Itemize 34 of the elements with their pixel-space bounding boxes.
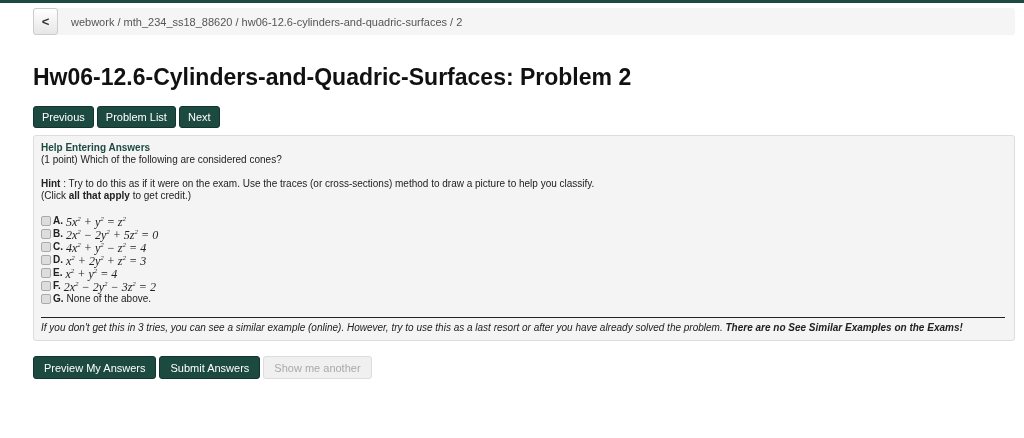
- page-title: Hw06-12.6-Cylinders-and-Quadric-Surfaces: Problem 2: [33, 64, 633, 91]
- option-letter: E.: [53, 266, 63, 279]
- checkbox[interactable]: [41, 267, 51, 278]
- note-text: If you don't get this in 3 tries, you can see a similar example (online). However, try to use this as a last resort or after you have already solved the problem. There are no See Similar Examples on the Exams!: [41, 322, 964, 334]
- option-letter: D.: [53, 253, 63, 266]
- option-letter: F.: [53, 279, 61, 292]
- back-button[interactable]: <: [33, 8, 58, 35]
- question-text: (1 point) Which of the following are considered cones?: [41, 154, 283, 166]
- option-letter: A.: [53, 214, 63, 227]
- instruction-text: (Click all that apply to get credit.): [41, 190, 193, 202]
- checkbox[interactable]: [41, 228, 51, 239]
- breadcrumb-path: webwork / mth_234_ss18_88620 / hw06-12.6-cylinders-and-quadric-surfaces / 2: [71, 15, 463, 28]
- help-link[interactable]: Help Entering Answers: [41, 142, 1005, 154]
- action-button[interactable]: Preview My Answers: [33, 356, 157, 379]
- checkbox[interactable]: [41, 241, 51, 252]
- checkbox[interactable]: [41, 254, 51, 265]
- equation: x$^{2}$ + 2y$^{2}$ + z$^{2}$ = 3: [66, 254, 147, 267]
- checkbox[interactable]: [41, 280, 51, 291]
- hint-text: Hint : Try to do this as if it were on the exam. Use the traces (or cross-sections) method to draw a picture to help you classify.: [41, 178, 596, 190]
- nav-button[interactable]: Previous: [33, 106, 94, 128]
- nav-button[interactable]: Next: [178, 106, 220, 128]
- equation: x$^{2}$ + y$^{2}$ = 4: [65, 267, 118, 280]
- option-text: None of the above.: [66, 292, 152, 305]
- option-letter: G.: [53, 292, 64, 305]
- equation: 4x$^{2}$ + y$^{2}$ − z$^{2}$ = 4: [66, 241, 147, 254]
- option-letter: C.: [53, 240, 63, 253]
- equation: 2x$^{2}$ − 2y$^{2}$ − 3z$^{2}$ = 2: [63, 280, 156, 293]
- nav-button[interactable]: Problem List: [96, 106, 176, 128]
- equation: 5x$^{2}$ + y$^{2}$ = z$^{2}$: [66, 214, 127, 228]
- action-button[interactable]: Submit Answers: [159, 356, 261, 379]
- checkbox[interactable]: [41, 293, 51, 304]
- option-letter: B.: [53, 227, 63, 240]
- checkbox[interactable]: [41, 215, 51, 226]
- equation: 2x$^{2}$ − 2y$^{2}$ + 5z$^{2}$ = 0: [66, 228, 159, 241]
